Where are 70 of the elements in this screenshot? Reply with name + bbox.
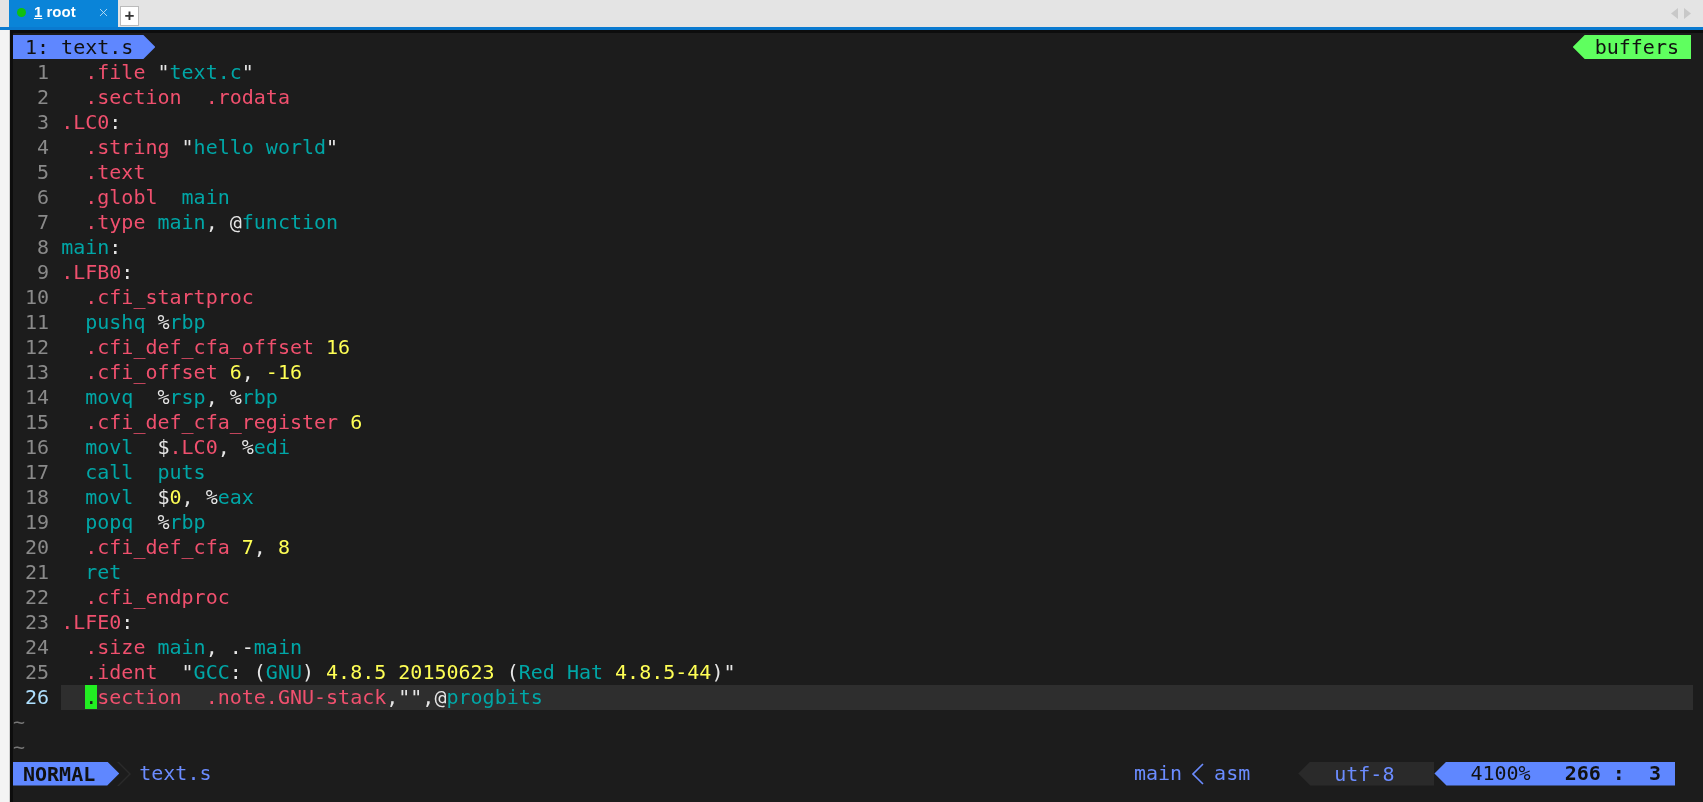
buffers-label: buffers [1572,35,1691,59]
code-line: .size main, .-main [84,635,303,660]
mode-indicator: NORMAL [13,761,120,786]
code-line: ret [84,560,123,585]
code-line: .globl main [84,185,231,210]
code-line: .LFE0: [61,610,135,635]
code-line: .LFB0: [61,260,135,285]
code-line: .cfi_endproc [84,585,231,610]
new-tab-button[interactable]: + [120,6,139,26]
line-number: 21 [24,560,50,585]
code-line: .section .rodata [84,85,291,110]
code-line: .cfi_offset 6, -16 [84,360,303,385]
chevron-left-icon [1192,762,1205,785]
empty-line-marker: ~ [13,710,26,735]
line-number: 1 [36,60,50,85]
code-line: pushq %rbp [84,310,207,335]
line-number: 26 [24,685,50,710]
cursor-position: 266 : 3 [1564,761,1661,786]
line-number: 6 [36,185,50,210]
tab-label: 1 root [34,2,76,23]
scroll-left-icon[interactable] [1671,8,1678,19]
close-icon[interactable] [97,6,110,19]
code-line: .text [84,160,147,185]
line-number: 8 [36,235,50,260]
line-number: 12 [24,335,50,360]
line-number: 2 [36,85,50,110]
code-line: .cfi_startproc [84,285,255,310]
code-line: .type main, @function [84,210,340,235]
line-number: 20 [24,535,50,560]
line-number: 22 [24,585,50,610]
line-number: 13 [24,360,50,385]
code-line: .cfi_def_cfa_register 6 [84,410,364,435]
buffer-label: 1: text.s [13,35,156,59]
code-line: call puts [84,460,207,485]
line-number: 3 [36,110,50,135]
code-line: .LC0: [61,110,123,135]
function-name: main [1133,761,1183,786]
code-line: .cfi_def_cfa_offset 16 [84,335,352,360]
code-line: .file "text.c" [84,60,255,85]
line-number: 16 [24,435,50,460]
line-number: 23 [24,610,50,635]
scroll-right-icon[interactable] [1684,8,1691,19]
line-number: 14 [24,385,50,410]
code-line: movl $0, %eax [84,485,255,510]
code-line: .ident "GCC: (GNU) 4.8.5 20150623 (Red Hat 4.8.5-44)" [84,660,737,685]
line-number: 24 [24,635,50,660]
code-line: movq %rsp, %rbp [84,385,279,410]
line-number: 19 [24,510,50,535]
line-number: 15 [24,410,50,435]
code-line: movl $.LC0, %edi [84,435,291,460]
file-type: asm [1214,761,1251,786]
code-line: .cfi_def_cfa 7, 8 [84,535,291,560]
line-number: 4 [36,135,50,160]
code-line: main: [61,235,123,260]
line-number: 11 [24,310,50,335]
line-number: 18 [24,485,50,510]
line-number: 5 [36,160,50,185]
empty-line-marker: ~ [13,735,26,760]
terminal-tab[interactable]: 1 root [9,0,118,27]
code-line: popq %rbp [84,510,207,535]
encoding-segment: utf-8 [1298,761,1435,786]
line-number: 9 [36,260,50,285]
separator-icon [117,761,132,786]
scroll-percent: 4100% [1470,761,1531,786]
line-number: 10 [24,285,50,310]
line-number: 7 [36,210,50,235]
file-name: text.s [139,761,212,786]
line-number: 17 [24,460,50,485]
code-line: .string "hello world" [84,135,340,160]
line-number: 25 [24,660,50,685]
